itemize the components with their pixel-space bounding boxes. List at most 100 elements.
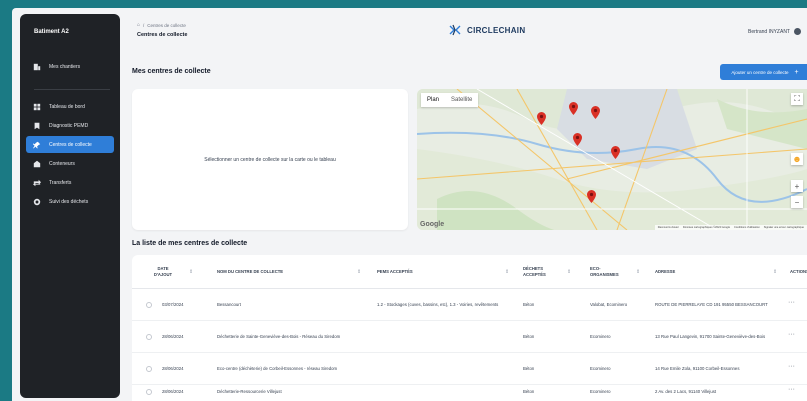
row-actions-icon[interactable]: ··· [788, 386, 795, 393]
sort-icon[interactable]: ⇕ [505, 269, 509, 275]
user-avatar-icon [794, 28, 801, 35]
app-window: Batiment A2 Mes chantiers Tableau de bor… [12, 8, 807, 401]
sort-icon[interactable]: ⇕ [357, 269, 361, 275]
sort-icon[interactable]: ⇕ [567, 269, 571, 275]
section-title-mes-centres: Mes centres de collecte [132, 68, 211, 75]
cell-date: 28/06/2024 [162, 388, 184, 394]
cell-adresse: ROUTE DE PIERRELAYE CD 191 95550 BESSANC… [655, 302, 768, 308]
row-select-radio[interactable] [146, 334, 152, 340]
cell-eco: Ecominero [590, 366, 611, 372]
project-name: Batiment A2 [34, 29, 69, 35]
table-row[interactable]: 28/06/2024 Eco-centre (déchèterie) de Co… [132, 354, 807, 385]
cell-name: Déchetterie-Ressourcerie Villejust [217, 388, 282, 394]
cell-pems [377, 382, 512, 401]
cell-dechets: Béton [523, 334, 535, 340]
breadcrumb-separator: / [143, 22, 145, 28]
street-view-icon[interactable]: ☻ [791, 153, 803, 165]
sidebar-item-label: Transferts [49, 179, 72, 186]
container-icon [33, 160, 41, 168]
row-select-radio[interactable] [146, 389, 152, 395]
breadcrumb-current[interactable]: Centres de collecte [147, 23, 186, 28]
header-text: ORGANISMES [590, 272, 619, 277]
column-header-dechets[interactable]: DÉCHETS ACCEPTÉS [523, 255, 546, 289]
plus-icon: + [794, 68, 799, 76]
map-data-credit: Données cartographiques ©2024 Google [682, 226, 731, 229]
section-title-liste: La liste de mes centres de collecte [132, 240, 248, 247]
sidebar-item-tableau-de-bord[interactable]: Tableau de bord [26, 98, 114, 115]
fullscreen-icon[interactable]: ⛶ [791, 93, 803, 105]
map-keyboard-shortcuts[interactable]: Raccourcis clavier [658, 226, 679, 229]
sidebar-item-label: Centres de collecte [49, 141, 92, 148]
zoom-out-button[interactable]: − [791, 196, 803, 208]
cell-eco: Ecominero [590, 334, 611, 340]
map-marker[interactable] [587, 190, 596, 203]
map-report-error-link[interactable]: Signaler une erreur cartographique [764, 226, 804, 229]
table-row[interactable]: 03/07/2024 Bessancourt 1.2 - Stockages (… [132, 290, 807, 321]
transfer-icon [33, 179, 41, 187]
column-header-pems[interactable]: PEMS ACCEPTÉS [377, 255, 413, 289]
tracking-icon [33, 198, 41, 206]
zoom-in-button[interactable]: + [791, 180, 803, 192]
cell-name: Déchetterie de Sainte-Geneviève-des-Bois… [217, 334, 341, 340]
column-header-actions: ACTIONS [790, 269, 807, 275]
home-icon[interactable]: ⌂ [137, 22, 140, 28]
map-marker[interactable] [537, 112, 546, 125]
table-row[interactable]: 28/06/2024 Déchetterie-Ressourcerie Vill… [132, 382, 807, 401]
map-view[interactable]: Plan Satellite ⛶ ☻ + − Google Raccourcis… [417, 89, 807, 230]
header-text: D'AJOUT [153, 272, 173, 277]
map-tab-satellite[interactable]: Satellite [445, 93, 478, 107]
sort-icon[interactable]: ⇕ [189, 269, 193, 275]
sidebar-item-label: Mes chantiers [49, 63, 81, 70]
cell-date: 28/06/2024 [162, 334, 184, 340]
row-select-radio[interactable] [146, 302, 152, 308]
map-terms-link[interactable]: Conditions d'utilisation [734, 226, 760, 229]
column-header-date[interactable]: DATE D'AJOUT [148, 255, 178, 289]
sidebar: Batiment A2 Mes chantiers Tableau de bor… [20, 14, 120, 398]
column-header-adresse[interactable]: ADRESSE [655, 255, 675, 289]
google-logo: Google [420, 221, 445, 228]
table-row[interactable]: 28/06/2024 Déchetterie de Sainte-Geneviè… [132, 322, 807, 353]
table-header: DATE D'AJOUT ⇕ NOM DU CENTRE DE COLLECTE… [132, 255, 807, 289]
add-collection-center-button[interactable]: Ajouter un centre de collecte + [720, 64, 807, 80]
header-text: ACCEPTÉS [523, 272, 546, 277]
cell-eco: Ecominero [590, 388, 611, 394]
row-select-radio[interactable] [146, 366, 152, 372]
page-title: Centres de collecte [137, 32, 188, 38]
sort-icon[interactable]: ⇕ [773, 269, 777, 275]
building-icon [33, 63, 41, 71]
column-header-name[interactable]: NOM DU CENTRE DE COLLECTE [217, 255, 283, 289]
cell-adresse: 13 Rue Paul Langevin, 91700 Sainte-Genev… [655, 334, 766, 340]
selection-hint-text: Sélectionner un centre de collecte sur l… [204, 156, 336, 163]
sidebar-item-suivi-des-dechets[interactable]: Suivi des déchets [26, 193, 114, 210]
sidebar-item-label: Diagnostic PEMD [49, 122, 89, 129]
user-menu[interactable]: Bertrand INYZANT [748, 28, 801, 35]
breadcrumb: ⌂ / Centres de collecte [137, 22, 186, 28]
map-marker[interactable] [591, 106, 600, 119]
cell-pems [377, 322, 512, 353]
row-actions-icon[interactable]: ··· [788, 299, 795, 306]
cell-adresse: 2 Av. des 2 Lacs, 91140 Villejust [655, 388, 717, 394]
sidebar-item-conteneurs[interactable]: Conteneurs [26, 155, 114, 172]
sidebar-item-label: Tableau de bord [49, 103, 85, 110]
sidebar-item-transferts[interactable]: Transferts [26, 174, 114, 191]
row-actions-icon[interactable]: ··· [788, 331, 795, 338]
sort-icon[interactable]: ⇕ [636, 269, 640, 275]
map-marker[interactable] [611, 146, 620, 159]
sidebar-item-diagnostic-pemd[interactable]: Diagnostic PEMD [26, 117, 114, 134]
map-type-tabs: Plan Satellite [421, 93, 479, 107]
column-header-eco[interactable]: ECO- ORGANISMES [590, 255, 619, 289]
bookmark-icon [33, 122, 41, 130]
row-actions-icon[interactable]: ··· [788, 363, 795, 370]
pin-icon [33, 141, 41, 149]
sidebar-item-mes-chantiers[interactable]: Mes chantiers [26, 58, 114, 75]
map-marker[interactable] [569, 102, 578, 115]
cell-date: 03/07/2024 [162, 302, 184, 308]
circlechain-logo[interactable]: CIRCLECHAIN [448, 24, 525, 36]
map-tiles[interactable] [417, 89, 807, 230]
sidebar-item-label: Suivi des déchets [49, 198, 89, 205]
sidebar-item-centres-de-collecte[interactable]: Centres de collecte [26, 136, 114, 153]
cell-name: Bessancourt [217, 302, 241, 308]
map-tab-plan[interactable]: Plan [421, 93, 445, 107]
cell-name: Eco-centre (déchèterie) de Corbeil-Esson… [217, 366, 338, 372]
map-marker[interactable] [573, 133, 582, 146]
